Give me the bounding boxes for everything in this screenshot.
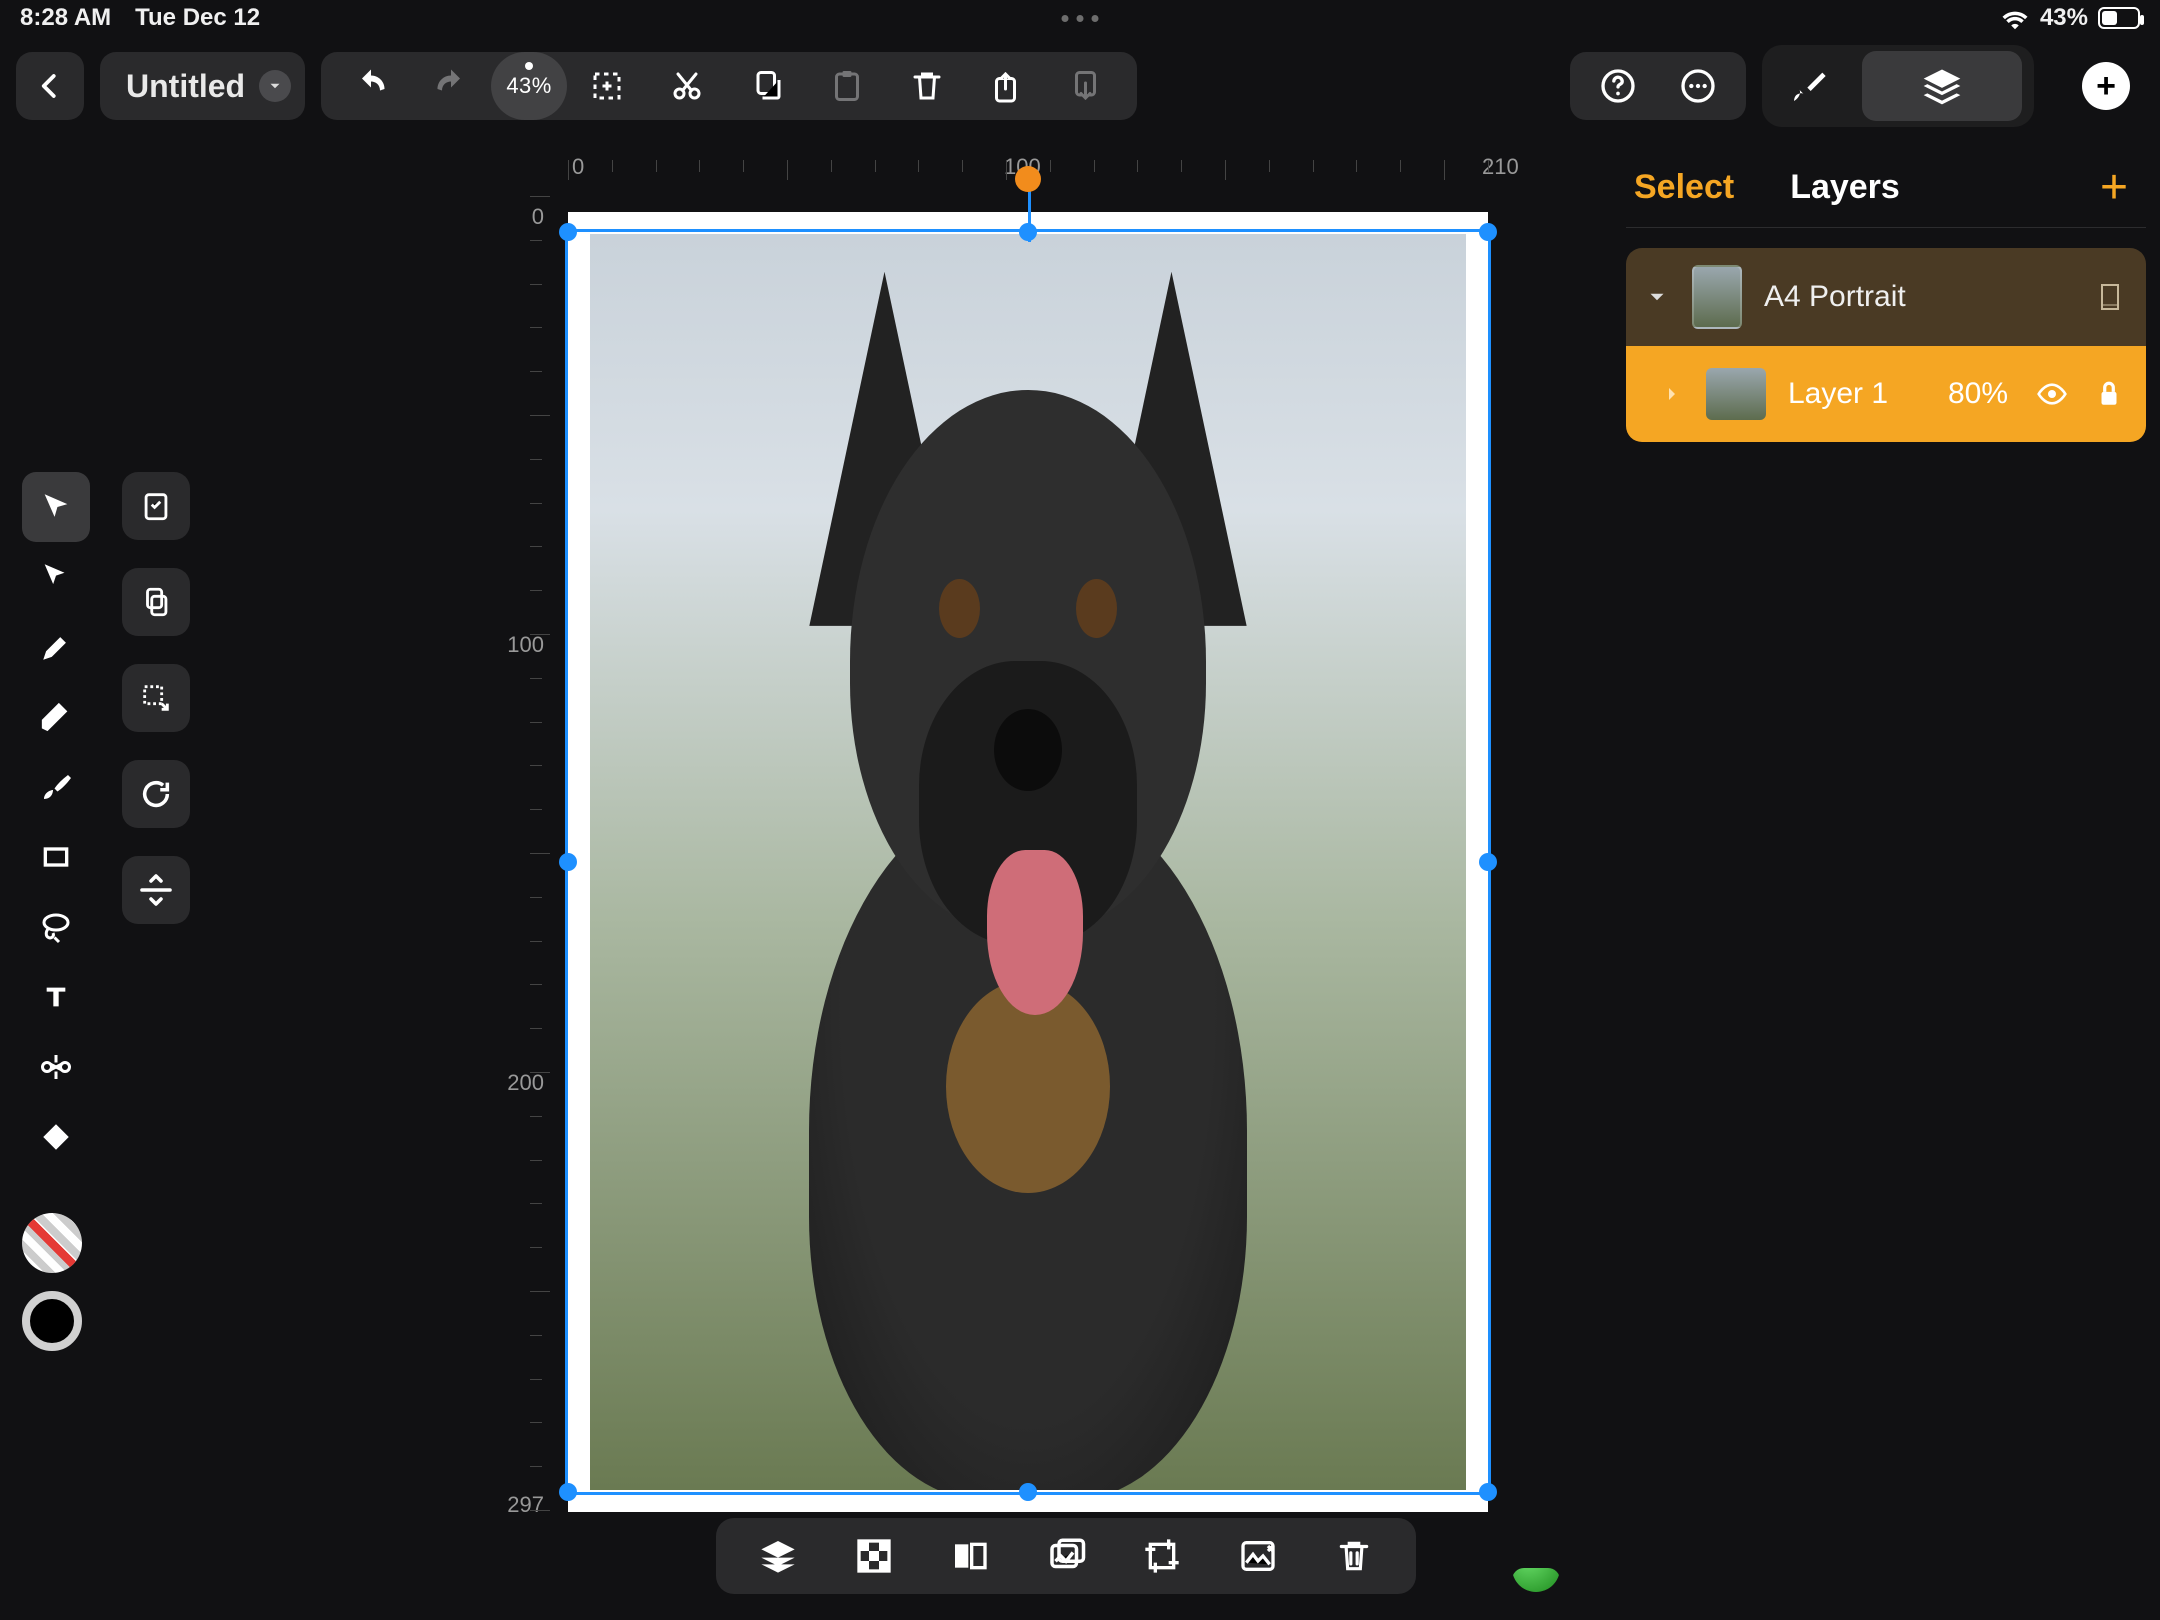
ruler-vertical[interactable]: 0 100 200 297 (490, 196, 550, 1616)
handle-mid-right[interactable] (1479, 853, 1497, 871)
fill-swatch[interactable] (22, 1291, 82, 1351)
tab-layers[interactable]: Layers (1790, 168, 1900, 207)
status-date: Tue Dec 12 (135, 4, 260, 32)
crop-button[interactable] (1134, 1528, 1190, 1584)
ruler-horizontal[interactable]: 0 100 210 (568, 146, 1580, 190)
ruler-v-100: 100 (507, 632, 544, 658)
image-adjust-button[interactable] (1230, 1528, 1286, 1584)
pencil-tool[interactable] (22, 682, 90, 752)
move-tool[interactable] (22, 472, 90, 542)
trash-button[interactable] (1326, 1528, 1382, 1584)
help-button[interactable] (1578, 52, 1658, 120)
battery-icon (2098, 7, 2140, 29)
visibility-icon[interactable] (2036, 378, 2068, 410)
stack-button[interactable] (750, 1528, 806, 1584)
lasso-tool[interactable] (22, 892, 90, 962)
opacity-button[interactable] (846, 1528, 902, 1584)
more-menu-button[interactable] (1658, 52, 1738, 120)
document-title-label: Untitled (126, 68, 245, 105)
status-bar: 8:28 AM Tue Dec 12 43% (0, 0, 2160, 36)
import-button[interactable] (1047, 52, 1127, 120)
bottom-toolbar (716, 1518, 1416, 1594)
color-swatches (22, 1213, 82, 1351)
status-time: 8:28 AM (20, 4, 111, 32)
cut-button[interactable] (647, 52, 727, 120)
handle-bottom-right[interactable] (1479, 1483, 1497, 1501)
layer-group-row[interactable]: A4 Portrait (1626, 248, 2146, 346)
brush-tool[interactable] (22, 752, 90, 822)
handle-bottom-left[interactable] (559, 1483, 577, 1501)
title-caret-icon (259, 70, 291, 102)
rotation-anchor-icon[interactable] (1015, 166, 1041, 192)
crop-select-button[interactable] (567, 52, 647, 120)
layer-row[interactable]: Layer 1 80% (1626, 346, 2146, 442)
wifi-icon (2000, 6, 2030, 30)
clipboard-tool[interactable] (122, 472, 190, 540)
left-toolbar-main (22, 472, 90, 1172)
layers-panel-button[interactable] (1862, 51, 2022, 121)
group-name: A4 Portrait (1764, 280, 2076, 314)
paste-button[interactable] (807, 52, 887, 120)
layers-sidebar: Select Layers + A4 Portrait Layer 1 80% (1626, 148, 2146, 442)
layer-opacity: 80% (1948, 377, 2008, 411)
ruler-v-297: 297 (507, 1492, 544, 1518)
back-button[interactable] (16, 52, 84, 120)
duplicate-tool[interactable] (122, 568, 190, 636)
handle-mid-left[interactable] (559, 853, 577, 871)
delete-button[interactable] (887, 52, 967, 120)
transform-tool[interactable] (122, 664, 190, 732)
canvas-area: 0 100 210 0 100 200 297 (490, 146, 1580, 1616)
stroke-swatch[interactable] (22, 1213, 82, 1273)
add-button[interactable]: + (2082, 62, 2130, 110)
redo-button[interactable] (411, 52, 491, 120)
left-toolbar-secondary (122, 472, 190, 924)
document-title[interactable]: Untitled (100, 52, 305, 120)
eraser-tool[interactable] (22, 1102, 90, 1172)
layer-name: Layer 1 (1788, 377, 1926, 411)
scale-tool[interactable] (122, 856, 190, 924)
artboard-icon (2098, 283, 2122, 311)
pen-tool[interactable] (22, 612, 90, 682)
export-button[interactable] (967, 52, 1047, 120)
handle-bottom-mid[interactable] (1019, 1483, 1037, 1501)
ruler-h-0: 0 (572, 154, 584, 180)
undo-button[interactable] (331, 52, 411, 120)
chevron-down-icon[interactable] (1644, 284, 1670, 310)
top-toolbar: Untitled 43% (16, 46, 2144, 126)
ruler-v-200: 200 (507, 1070, 544, 1096)
handle-top-left[interactable] (559, 223, 577, 241)
add-layer-button[interactable]: + (2100, 164, 2128, 212)
multitask-dots-icon[interactable] (1062, 15, 1099, 22)
rect-tool[interactable] (22, 822, 90, 892)
handle-top-mid[interactable] (1019, 223, 1037, 241)
layer-thumbnail (1706, 368, 1766, 420)
help-group (1570, 52, 1746, 120)
copy-button[interactable] (727, 52, 807, 120)
selection-box[interactable] (568, 232, 1488, 1492)
knife-tool[interactable] (22, 1032, 90, 1102)
rotate-tool[interactable] (122, 760, 190, 828)
zoom-label: 43% (506, 73, 552, 99)
brush-panel-button[interactable] (1774, 51, 1844, 121)
direct-select-tool[interactable] (22, 542, 90, 612)
chevron-right-icon[interactable] (1660, 382, 1684, 406)
split-button[interactable] (942, 1528, 998, 1584)
ruler-v-0: 0 (532, 204, 544, 230)
edit-group: 43% (321, 52, 1137, 120)
handle-top-right[interactable] (1479, 223, 1497, 241)
group-thumbnail (1692, 265, 1742, 329)
text-tool[interactable] (22, 962, 90, 1032)
lock-icon[interactable] (2096, 379, 2122, 409)
battery-percent: 43% (2040, 4, 2088, 32)
panel-switch (1762, 45, 2034, 127)
zoom-indicator[interactable]: 43% (491, 52, 567, 120)
gallery-button[interactable] (1038, 1528, 1094, 1584)
tab-select[interactable]: Select (1634, 168, 1734, 207)
